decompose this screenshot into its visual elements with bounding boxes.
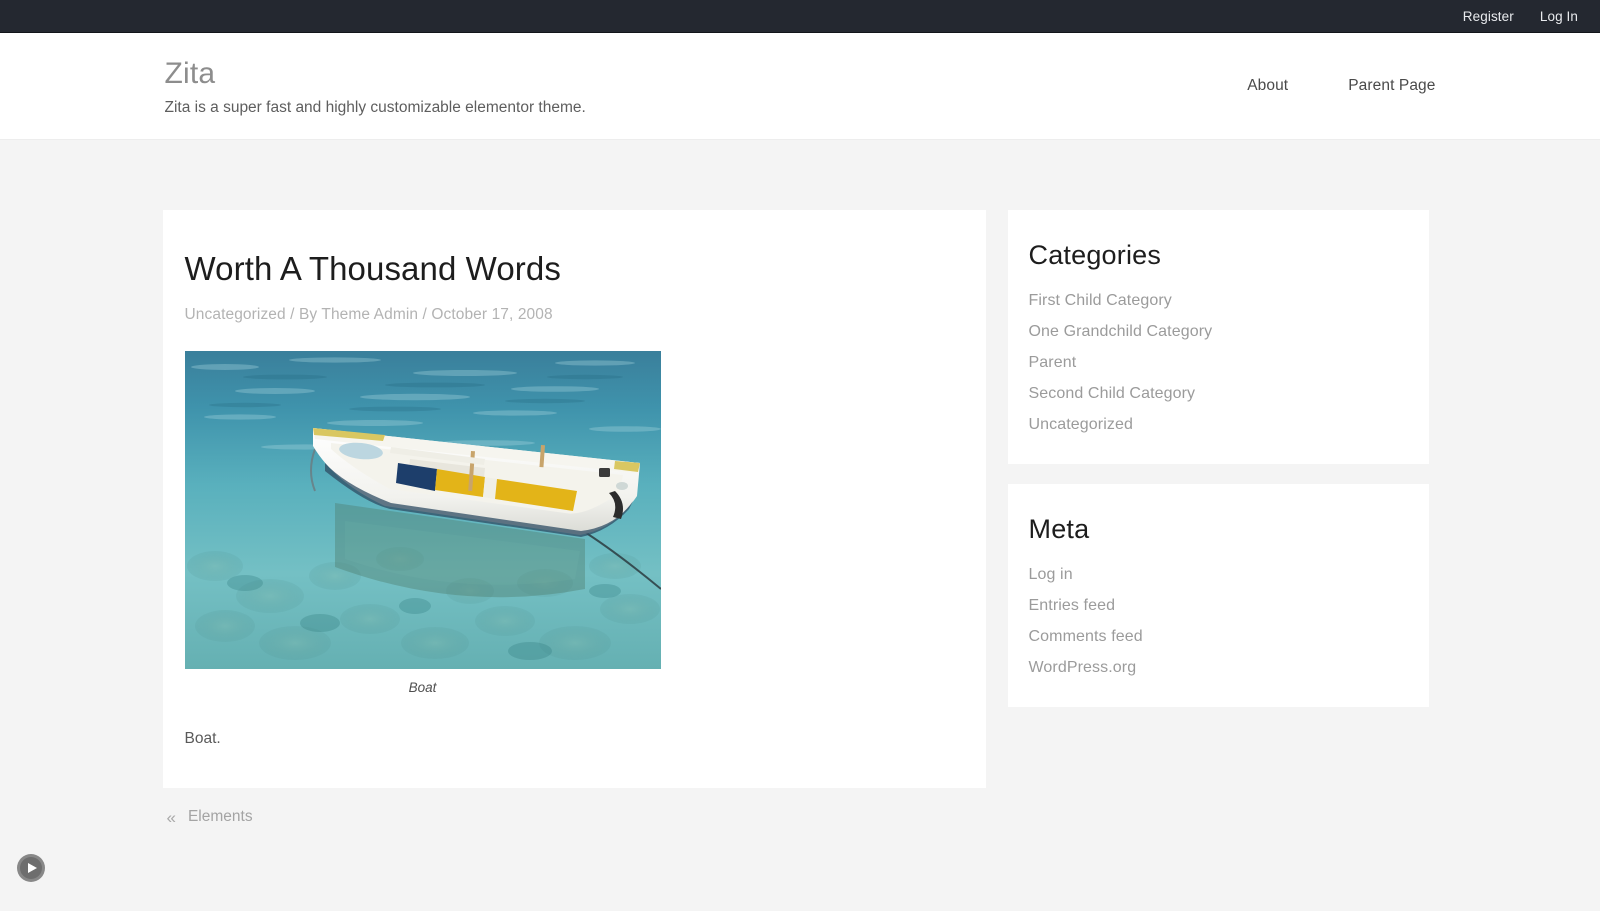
list-item: First Child Category [1029, 292, 1408, 310]
meta-link-log-in[interactable]: Log in [1029, 566, 1073, 583]
post-body-text: Boat. [184, 730, 221, 748]
widget-title-meta: Meta [1028, 514, 1090, 544]
nav-item-about[interactable]: About [1247, 77, 1288, 95]
header-inner: Zita Zita is a super fast and highly cus… [163, 55, 1438, 117]
category-link-one-grandchild-category[interactable]: One Grandchild Category [1029, 323, 1213, 340]
primary-navigation: About Parent Page [1187, 77, 1435, 95]
sidebar: Categories First Child Category One Gran… [1007, 210, 1429, 727]
site-branding: Zita Zita is a super fast and highly cus… [165, 55, 586, 117]
post-article: Worth A Thousand Words Uncategorized / B… [162, 210, 986, 789]
top-admin-bar: Register Log In [0, 0, 1600, 33]
register-link[interactable]: Register [1463, 9, 1514, 24]
list-item: Entries feed [1029, 597, 1408, 615]
site-tagline: Zita is a super fast and highly customiz… [164, 99, 586, 116]
nav-item-parent-page[interactable]: Parent Page [1348, 77, 1435, 95]
play-triangle-icon [28, 863, 37, 873]
list-item: WordPress.org [1029, 659, 1408, 677]
previous-post-link[interactable]: Elements [188, 808, 253, 826]
boat-photo[interactable] [184, 351, 661, 670]
meta-link-entries-feed[interactable]: Entries feed [1029, 597, 1116, 614]
chevron-left-double-icon: « [166, 807, 176, 827]
widget-meta: Meta Log in Entries feed Comments feed W… [1007, 484, 1429, 707]
site-header: Zita Zita is a super fast and highly cus… [0, 33, 1600, 140]
categories-list: First Child Category One Grandchild Cate… [1029, 292, 1408, 434]
post-navigation: « Elements [163, 808, 986, 826]
figure-caption: Boat [408, 680, 437, 696]
post-meta: Uncategorized / By Theme Admin / October… [184, 306, 553, 324]
widget-title-categories: Categories [1028, 240, 1162, 270]
list-item: One Grandchild Category [1029, 323, 1408, 341]
category-link-parent[interactable]: Parent [1029, 354, 1077, 371]
list-item: Log in [1029, 566, 1408, 584]
post-title: Worth A Thousand Words [184, 250, 561, 287]
content-column: Worth A Thousand Words Uncategorized / B… [162, 210, 986, 826]
post-figure: Boat [184, 351, 661, 696]
category-link-first-child-category[interactable]: First Child Category [1029, 292, 1172, 309]
widget-categories: Categories First Child Category One Gran… [1007, 210, 1429, 464]
play-icon[interactable] [17, 854, 45, 882]
list-item: Uncategorized [1029, 416, 1408, 434]
login-link[interactable]: Log In [1540, 9, 1578, 24]
meta-link-wordpress-org[interactable]: WordPress.org [1029, 659, 1137, 676]
list-item: Parent [1029, 354, 1408, 372]
category-link-uncategorized[interactable]: Uncategorized [1029, 416, 1133, 433]
meta-list: Log in Entries feed Comments feed WordPr… [1029, 566, 1408, 677]
page-container: Worth A Thousand Words Uncategorized / B… [162, 140, 1438, 826]
meta-link-comments-feed[interactable]: Comments feed [1029, 628, 1143, 645]
list-item: Second Child Category [1029, 385, 1408, 403]
site-title[interactable]: Zita [165, 57, 586, 90]
category-link-second-child-category[interactable]: Second Child Category [1029, 385, 1196, 402]
list-item: Comments feed [1029, 628, 1408, 646]
